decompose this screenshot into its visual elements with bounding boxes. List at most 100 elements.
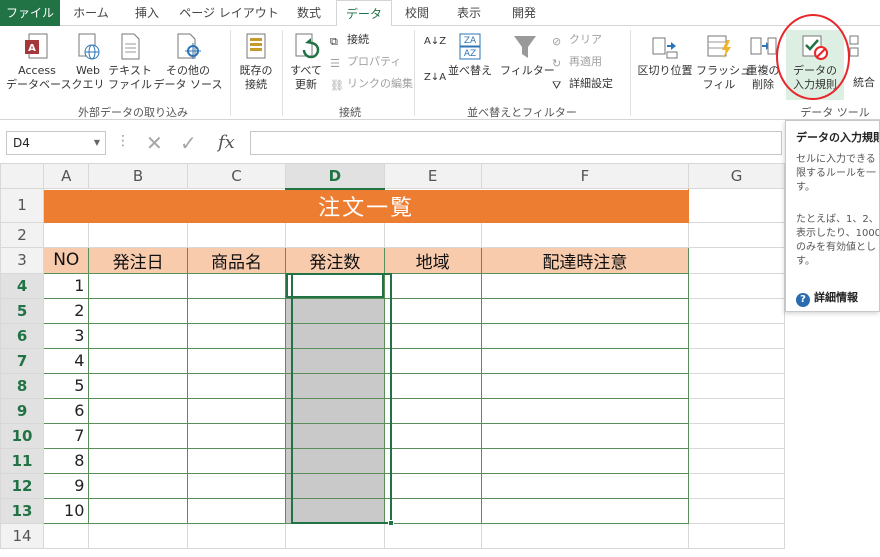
row-header[interactable]: 9	[0, 397, 45, 424]
cell[interactable]	[688, 322, 785, 349]
data-validation-button[interactable]: データの 入力規則	[786, 30, 844, 100]
existing-connections-button[interactable]: 既存の 接続	[234, 32, 278, 92]
cell[interactable]	[88, 221, 188, 248]
tab-view[interactable]: 表示	[442, 0, 496, 26]
column-header-b[interactable]: B	[88, 163, 188, 189]
cell[interactable]	[688, 221, 785, 248]
cell[interactable]	[383, 522, 482, 549]
cell[interactable]	[88, 497, 188, 524]
text-to-columns-button[interactable]: 区切り位置	[636, 32, 694, 78]
cell[interactable]	[88, 297, 188, 324]
cell[interactable]	[480, 322, 690, 349]
cell[interactable]	[480, 422, 690, 449]
cell-no[interactable]: 3	[43, 322, 90, 349]
cell[interactable]	[383, 347, 482, 374]
row-header[interactable]: 2	[0, 221, 45, 248]
sort-az-button[interactable]: A↓Z	[424, 34, 446, 52]
cell[interactable]	[688, 347, 785, 374]
tab-page-layout[interactable]: ページ レイアウト	[175, 0, 283, 26]
insert-function-icon[interactable]: fx	[218, 131, 235, 155]
cell[interactable]	[480, 397, 690, 424]
tab-insert[interactable]: 挿入	[122, 0, 172, 26]
cell-no[interactable]: 7	[43, 422, 90, 449]
cell[interactable]	[88, 447, 188, 474]
cell[interactable]	[43, 221, 90, 248]
cell[interactable]	[480, 497, 690, 524]
text-file-button[interactable]: テキスト ファイル	[108, 32, 152, 92]
filter-button[interactable]: フィルター	[500, 32, 555, 78]
row-header[interactable]: 3	[0, 246, 45, 274]
column-header-c[interactable]: C	[186, 163, 287, 189]
other-sources-button[interactable]: その他の データ ソース	[152, 32, 224, 92]
cell-no[interactable]: 1	[43, 272, 90, 299]
cell-order-qty[interactable]	[285, 447, 385, 474]
cell[interactable]	[186, 472, 287, 499]
column-header-g[interactable]: G	[688, 163, 785, 189]
cell-no[interactable]: 4	[43, 347, 90, 374]
row-header[interactable]: 11	[0, 447, 45, 474]
cell[interactable]	[88, 422, 188, 449]
cell[interactable]	[43, 522, 90, 549]
cell[interactable]	[688, 272, 785, 299]
row-header[interactable]: 10	[0, 422, 45, 449]
header-order-qty[interactable]: 発注数	[285, 246, 385, 274]
tab-file[interactable]: ファイル	[0, 0, 60, 26]
tab-review[interactable]: 校閲	[394, 0, 440, 26]
tab-developer[interactable]: 開発	[498, 0, 550, 26]
cell[interactable]	[88, 397, 188, 424]
access-database-button[interactable]: A Access データベース	[6, 32, 71, 92]
column-header-d[interactable]: D	[285, 163, 385, 190]
header-product-name[interactable]: 商品名	[186, 246, 287, 274]
cell-no[interactable]: 5	[43, 372, 90, 399]
refresh-all-button[interactable]: すべて 更新	[286, 32, 326, 92]
row-header[interactable]: 8	[0, 372, 45, 399]
cell-order-qty[interactable]	[285, 297, 385, 324]
tooltip-more-info[interactable]: ? 詳細情報	[796, 289, 858, 307]
cell-order-qty[interactable]	[285, 347, 385, 374]
advanced-button[interactable]: ⛛ 詳細設定	[552, 76, 613, 94]
column-header-e[interactable]: E	[383, 163, 482, 189]
tab-home[interactable]: ホーム	[62, 0, 120, 26]
cell[interactable]	[383, 372, 482, 399]
cell[interactable]	[383, 472, 482, 499]
cell[interactable]	[285, 221, 385, 248]
header-no[interactable]: NO	[43, 246, 90, 274]
row-header[interactable]: 6	[0, 322, 45, 349]
tab-formulas[interactable]: 数式	[285, 0, 333, 26]
cell[interactable]	[480, 372, 690, 399]
row-header[interactable]: 4	[0, 272, 45, 299]
cell[interactable]	[480, 347, 690, 374]
header-delivery-notes[interactable]: 配達時注意	[480, 246, 690, 274]
sheet-title[interactable]: 注文一覧	[43, 188, 690, 223]
cell[interactable]	[688, 397, 785, 424]
cell[interactable]	[688, 447, 785, 474]
cell[interactable]	[383, 297, 482, 324]
cell[interactable]	[383, 447, 482, 474]
consolidate-button[interactable]: 統合	[848, 32, 880, 90]
cell[interactable]	[480, 447, 690, 474]
cell-order-qty[interactable]	[285, 322, 385, 349]
flash-fill-button[interactable]: フラッシュ フィル	[696, 32, 751, 92]
cell[interactable]	[688, 297, 785, 324]
cell-order-qty[interactable]	[285, 422, 385, 449]
cell[interactable]	[88, 472, 188, 499]
cell-no[interactable]: 9	[43, 472, 90, 499]
cell[interactable]	[88, 522, 188, 549]
cell[interactable]	[186, 397, 287, 424]
cell[interactable]	[88, 272, 188, 299]
web-query-button[interactable]: Web クエリ	[70, 32, 106, 92]
cell[interactable]	[186, 297, 287, 324]
cell[interactable]	[88, 322, 188, 349]
cell[interactable]	[383, 322, 482, 349]
name-box[interactable]: D4 ▼	[6, 131, 106, 155]
header-order-date[interactable]: 発注日	[88, 246, 188, 274]
properties-button[interactable]: ☰ プロパティ	[330, 54, 401, 72]
cell[interactable]	[186, 372, 287, 399]
select-all-corner[interactable]	[0, 163, 45, 189]
cell[interactable]	[186, 272, 287, 299]
cell-no[interactable]: 6	[43, 397, 90, 424]
row-header[interactable]: 13	[0, 497, 45, 524]
enter-icon[interactable]: ✓	[180, 131, 197, 155]
cell-no[interactable]: 10	[43, 497, 90, 524]
cell[interactable]	[480, 472, 690, 499]
